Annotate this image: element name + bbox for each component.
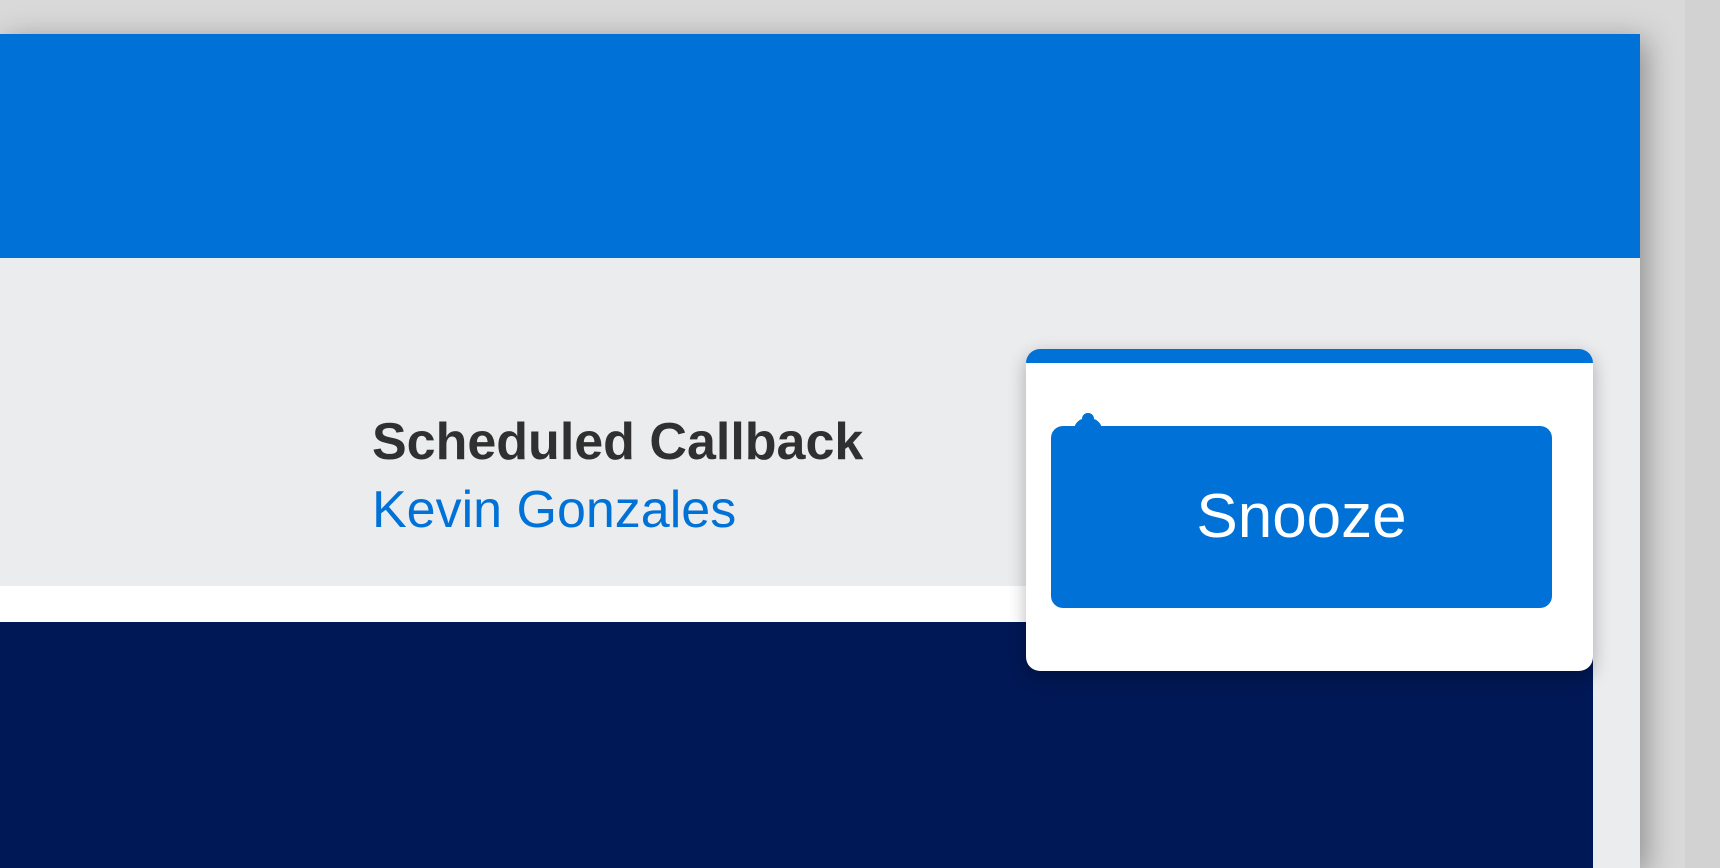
notification-contact-name: Kevin Gonzales [372, 481, 737, 539]
notification-title: Scheduled Callback [372, 413, 864, 471]
notification-accent-bar [1026, 349, 1593, 363]
snooze-button[interactable]: Snooze [1051, 426, 1552, 608]
top-bar [0, 34, 1640, 258]
desktop-edge [1685, 0, 1720, 868]
